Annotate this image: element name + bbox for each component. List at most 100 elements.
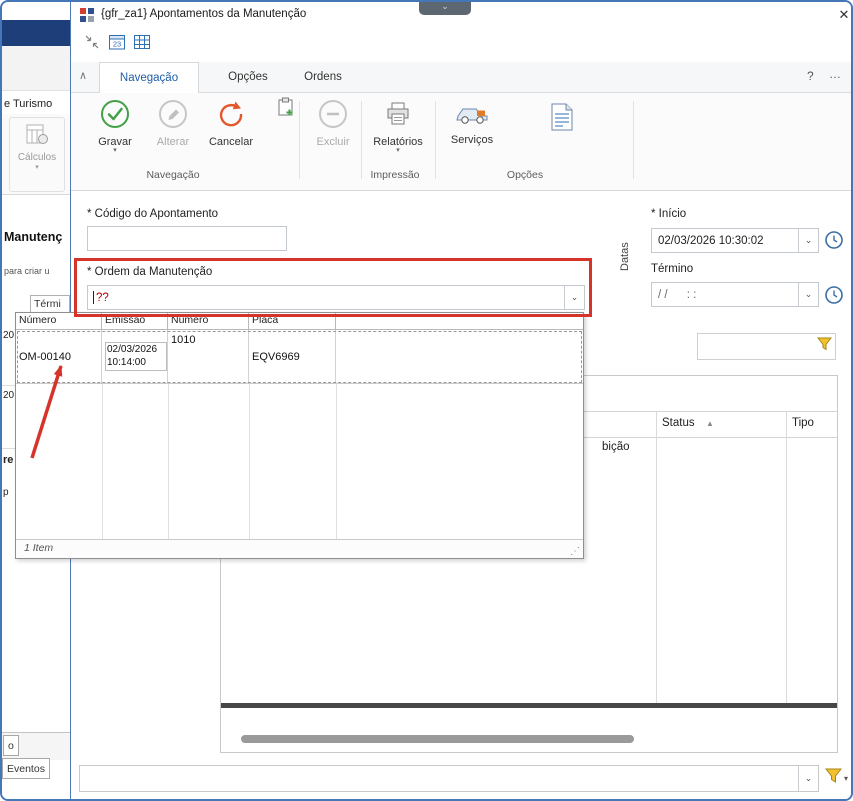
quick-access-toolbar: 23 [83,33,151,51]
inicio-label: * Início [651,208,687,220]
group-label-impressao: Impressão [370,169,420,181]
title-bar: {gfr_za1} Apontamentos da Manutenção ⌄ ✕ [71,2,851,28]
ribbon-separator [633,101,634,179]
termino-label: Término [651,263,694,275]
app-logo-icon [79,7,95,23]
bg-tab-bar: o Eventos [2,732,70,779]
clock-icon[interactable] [824,230,846,252]
servicos-button[interactable]: Serviços [443,99,501,146]
cell-emissao[interactable]: 02/03/2026 10:14:00 [102,330,168,383]
lookup-result-row[interactable]: OM-00140 02/03/2026 10:14:00 1010 EQV696… [16,330,583,384]
gravar-button[interactable]: Gravar ▾ [87,99,143,154]
more-options-icon[interactable]: … [829,67,842,81]
cancelar-button[interactable]: Cancelar [203,99,259,148]
bg-cell: 20 [3,330,15,341]
grid-column-divider [786,411,787,703]
lookup-column-line [249,384,250,542]
lookup-item-count: 1 Item [24,542,54,554]
column-header-status[interactable]: Status [662,417,695,429]
calculator-icon [25,124,49,150]
close-button[interactable]: ✕ [835,6,851,24]
chevron-down-icon[interactable]: ⌄ [798,229,818,252]
bg-cell: p [3,487,9,498]
resize-grip-icon[interactable]: ⋰ [570,546,580,557]
car-icon [454,108,490,131]
group-label-navegacao: Navegação [146,169,200,181]
calendar-icon[interactable]: 23 [108,33,126,51]
datas-section-label: Datas [619,242,631,271]
collapse-window-icon[interactable] [83,33,101,51]
lookup-status-bar: 1 Item ⋰ [16,539,583,558]
inicio-datetime-input[interactable]: 02/03/2026 10:30:02 ⌄ [651,228,819,253]
grid-partial-text: bição [602,441,630,453]
grid-filter-input[interactable] [697,333,836,360]
chevron-down-icon: ⌄ [441,1,449,11]
clock-icon[interactable] [824,285,846,307]
chevron-down-icon[interactable]: ⌄ [798,766,818,791]
ribbon: Gravar ▾ Alterar Cancelar Excluir Relató… [71,93,851,191]
bg-title-bar [2,20,70,46]
bg-grid-line [2,385,15,386]
clipboard-add-icon[interactable] [277,97,295,122]
table-icon[interactable] [133,33,151,51]
chevron-down-icon: ▾ [844,774,849,783]
printer-icon [383,102,413,133]
codigo-apontamento-label: * Código do Apontamento [87,208,219,220]
cell-placa[interactable]: EQV6969 [249,330,336,383]
ribbon-separator [435,101,436,179]
svg-text:23: 23 [113,40,121,49]
bg-hint-text: para criar u [4,266,50,276]
annotation-arrow [30,365,63,459]
ordem-lookup-popup: Número Emissão Número Placa OM-00140 02/… [15,312,584,559]
tab-opcoes[interactable]: Opções [217,62,279,93]
chevron-down-icon: ▾ [396,147,400,154]
bg-tab-small[interactable]: o [3,735,19,756]
horizontal-scrollbar[interactable] [241,735,634,743]
bg-ribbon-area: Cálculos ▾ [2,114,70,195]
pencil-icon [158,100,188,133]
bg-cell: 20 [3,390,15,401]
relatorios-button[interactable]: Relatórios ▾ [367,99,429,154]
document-icon[interactable] [551,103,573,136]
bg-company-label: e Turismo [4,98,53,110]
chevron-down-icon: ▾ [35,164,39,171]
column-header-tipo[interactable]: Tipo [792,417,814,429]
ribbon-tab-strip: ∧ Navegação Opções Ordens ? … [71,62,851,93]
screenshot-root: e Turismo Cálculos ▾ Manutenç para criar… [0,0,853,801]
termino-datetime-input[interactable]: / / : : ⌄ [651,282,819,307]
chevron-down-icon[interactable]: ⌄ [798,283,818,306]
sort-asc-icon: ▲ [706,419,714,428]
collapse-ribbon-icon[interactable]: ∧ [79,69,87,82]
collapse-panel-handle[interactable]: ⌄ [419,2,471,15]
help-icon[interactable]: ? [807,69,814,83]
window-title: {gfr_za1} Apontamentos da Manutenção [101,8,307,20]
annotation-rectangle [74,258,592,317]
bg-grid-line [2,448,15,449]
grid-splitter-bar[interactable] [221,703,837,708]
cell-numero-equip[interactable]: 1010 [168,330,249,383]
codigo-apontamento-input[interactable] [87,226,287,251]
lookup-column-line [336,384,337,542]
lookup-column-line [168,384,169,542]
filter-funnel-icon[interactable] [813,337,835,356]
bg-tab-eventos[interactable]: Eventos [2,758,50,779]
undo-circle-icon [216,101,246,133]
ribbon-separator [299,101,300,179]
bottom-combobox[interactable]: ⌄ [79,765,819,792]
save-check-icon [100,100,130,133]
calculos-button[interactable]: Cálculos ▾ [9,117,65,192]
bg-cell: re [3,454,14,466]
excluir-button[interactable]: Excluir [305,99,361,148]
tab-navegacao[interactable]: Navegação [99,62,199,93]
group-label-opcoes: Opções [506,169,544,181]
lookup-column-line [102,384,103,542]
ribbon-separator [361,101,362,179]
bg-panel-title: Manutenç [4,230,63,244]
bottom-filter-button[interactable]: ▾ [824,768,849,789]
tab-ordens[interactable]: Ordens [293,62,353,93]
grid-column-divider [656,411,657,703]
minus-circle-icon [318,100,348,133]
alterar-button[interactable]: Alterar [145,99,201,148]
filter-funnel-icon [824,768,843,789]
bg-toolbar-strip [2,46,70,91]
